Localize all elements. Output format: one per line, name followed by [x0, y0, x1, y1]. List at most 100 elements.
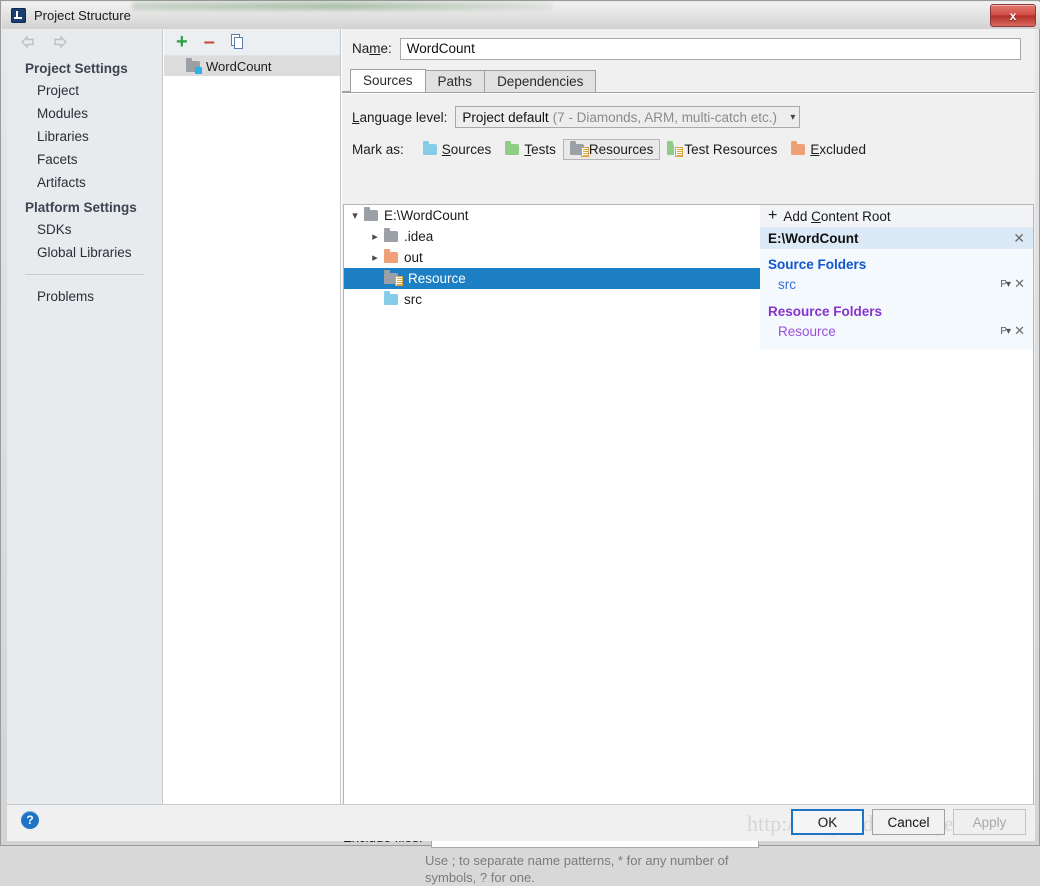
- folder-gray-icon: [384, 228, 398, 242]
- ok-button[interactable]: OK: [791, 809, 864, 835]
- dialog-body: Project Settings Project Modules Librari…: [7, 29, 1035, 885]
- mark-as-label: Mark as:: [352, 142, 404, 157]
- close-icon[interactable]: ✕: [1014, 323, 1025, 339]
- module-name-input[interactable]: WordCount: [399, 37, 1021, 60]
- mark-as-tests[interactable]: Tests: [498, 139, 563, 160]
- mark-as-test-resources-label: Test Resources: [684, 142, 778, 157]
- package-prefix-icon[interactable]: P▾: [1000, 279, 1011, 290]
- tab-sources[interactable]: Sources: [350, 69, 426, 92]
- source-folder-label: src: [778, 276, 796, 292]
- language-level-detail: (7 - Diamonds, ARM, multi-catch etc.): [552, 109, 777, 125]
- sidebar-group-project-settings: Project Settings: [25, 61, 128, 76]
- list-item[interactable]: WordCount: [164, 56, 340, 76]
- close-icon[interactable]: ✕: [1014, 276, 1025, 292]
- mark-as-resources-label: Resources: [588, 142, 654, 157]
- cancel-button[interactable]: Cancel: [872, 809, 945, 835]
- tab-dependencies[interactable]: Dependencies: [484, 70, 597, 92]
- twisty-collapsed-icon[interactable]: ▸: [366, 251, 384, 264]
- language-level-value: Project default: [462, 109, 549, 125]
- sidebar-item-artifacts[interactable]: Artifacts: [7, 171, 162, 194]
- arrow-right-icon[interactable]: [51, 35, 69, 49]
- mark-as-sources[interactable]: Sources: [416, 139, 499, 160]
- dialog-buttons: OK Cancel Apply: [791, 809, 1026, 835]
- mark-as-tests-label: Tests: [524, 142, 556, 157]
- sidebar-group-platform-settings: Platform Settings: [25, 200, 137, 215]
- tree-row[interactable]: ▸ out: [344, 247, 760, 268]
- resource-folder-row[interactable]: Resource P▾ ✕: [760, 321, 1033, 341]
- mark-as-resources[interactable]: Resources: [562, 139, 661, 160]
- tree-label: Resource: [408, 271, 466, 286]
- close-icon[interactable]: ✕: [1013, 230, 1025, 247]
- settings-sidebar: Project Settings Project Modules Librari…: [7, 29, 163, 804]
- dialog-footer: ? http://blog.csdn.net/agent_x OK Cancel…: [7, 804, 1035, 841]
- folder-tests-icon: [505, 141, 520, 155]
- chevron-down-icon: ▾: [790, 111, 796, 123]
- remove-module-icon[interactable]: –: [204, 32, 215, 52]
- sidebar-item-project[interactable]: Project: [7, 79, 162, 102]
- language-level-select[interactable]: Project default (7 - Diamonds, ARM, mult…: [455, 106, 801, 128]
- tab-paths[interactable]: Paths: [424, 70, 486, 92]
- sidebar-item-sdks[interactable]: SDKs: [7, 218, 162, 241]
- sources-panel: Language level: Project default (7 - Dia…: [342, 93, 1035, 885]
- exclude-files-hint: Use ; to separate name patterns, * for a…: [425, 853, 729, 885]
- mark-as-excluded[interactable]: Excluded: [784, 139, 873, 160]
- twisty-expanded-icon[interactable]: ▾: [346, 209, 364, 222]
- folder-test-resources-icon: [667, 141, 684, 157]
- content-root-path: E:\WordCount: [768, 230, 859, 246]
- content-root-body: Source Folders src P▾ ✕ Resource Folders…: [760, 249, 1033, 349]
- resource-folders-title: Resource Folders: [768, 304, 883, 319]
- tree-row[interactable]: ▸ .idea: [344, 226, 760, 247]
- package-prefix-icon[interactable]: P▾: [1000, 326, 1011, 337]
- sidebar-item-libraries[interactable]: Libraries: [7, 125, 162, 148]
- name-row: Name: WordCount: [342, 29, 1035, 68]
- plus-icon: +: [768, 207, 778, 224]
- mark-as-row: Mark as: Sources Tests Resources Test Re…: [342, 128, 1035, 160]
- mark-as-test-resources[interactable]: Test Resources: [660, 139, 784, 160]
- name-label: Name:: [352, 41, 392, 56]
- modules-toolbar: + –: [164, 29, 340, 56]
- mark-as-sources-label: Sources: [441, 142, 492, 157]
- nav-arrows: [7, 29, 162, 55]
- folder-excluded-icon: [384, 249, 398, 263]
- title-bar: Project Structure x: [2, 2, 1040, 29]
- tree-row[interactable]: Resource: [344, 268, 760, 289]
- folder-sources-icon: [384, 291, 398, 305]
- sidebar-item-modules[interactable]: Modules: [7, 102, 162, 125]
- content-root-header: E:\WordCount ✕: [760, 227, 1033, 249]
- add-module-icon[interactable]: +: [176, 32, 188, 52]
- mark-as-excluded-label: Excluded: [810, 142, 866, 157]
- copy-module-icon[interactable]: [230, 34, 245, 50]
- help-icon[interactable]: ?: [21, 811, 39, 829]
- folder-sources-icon: [422, 141, 437, 155]
- tree-row[interactable]: src: [344, 289, 760, 310]
- sidebar-item-problems[interactable]: Problems: [7, 275, 162, 308]
- window-title: Project Structure: [34, 8, 131, 23]
- sidebar-item-global-libraries[interactable]: Global Libraries: [7, 241, 162, 264]
- title-bar-artifact: [132, 2, 552, 10]
- content-roots-panel: + Add Content Root E:\WordCount ✕ Source…: [760, 204, 1034, 824]
- arrow-left-icon[interactable]: [19, 35, 37, 49]
- tree-label: out: [404, 250, 423, 265]
- folder-excluded-icon: [791, 141, 806, 155]
- resource-folder-label: Resource: [778, 323, 836, 339]
- tree-label: E:\WordCount: [384, 208, 469, 223]
- add-content-root-button[interactable]: + Add Content Root: [760, 205, 1033, 227]
- source-folders-title: Source Folders: [768, 257, 867, 272]
- module-editor: Name: WordCount Sources Paths Dependenci…: [342, 29, 1035, 885]
- sidebar-item-facets[interactable]: Facets: [7, 148, 162, 171]
- tree-label: .idea: [404, 229, 434, 244]
- module-label: WordCount: [206, 58, 272, 74]
- modules-column: + – WordCount: [164, 29, 341, 804]
- twisty-collapsed-icon[interactable]: ▸: [366, 230, 384, 243]
- source-folder-row[interactable]: src P▾ ✕: [760, 274, 1033, 294]
- intellij-idea-icon: [11, 8, 26, 23]
- content-tree[interactable]: ▾ E:\WordCount ▸ .idea ▸ out Resource sr…: [343, 204, 761, 824]
- tree-row[interactable]: ▾ E:\WordCount: [344, 205, 760, 226]
- close-icon[interactable]: x: [990, 4, 1036, 27]
- module-folder-icon: [186, 57, 202, 74]
- tree-label: src: [404, 292, 422, 307]
- folder-gray-icon: [364, 207, 378, 221]
- apply-button[interactable]: Apply: [953, 809, 1026, 835]
- folder-resources-icon: [384, 270, 403, 286]
- language-level-row: Language level: Project default (7 - Dia…: [342, 94, 1035, 128]
